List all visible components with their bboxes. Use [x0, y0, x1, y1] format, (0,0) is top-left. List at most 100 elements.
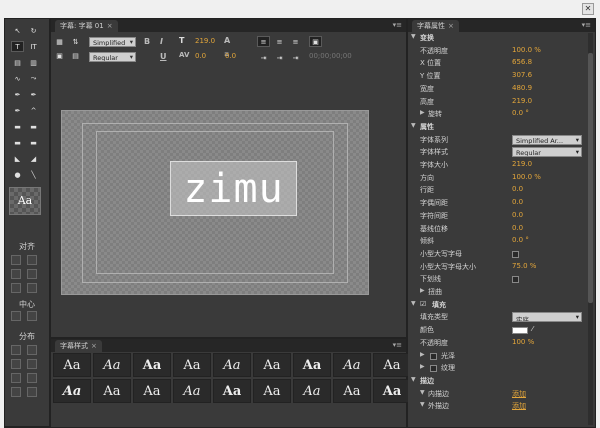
window-close-button[interactable]: ✕	[582, 3, 594, 15]
panel-menu-icon[interactable]: ▾≡	[582, 21, 591, 29]
italic-button[interactable]: I	[160, 37, 163, 46]
panel-menu-icon[interactable]: ▾≡	[393, 341, 402, 349]
font-family-dropdown[interactable]: Simplified	[89, 37, 136, 47]
property-value[interactable]: 0.0	[512, 185, 523, 193]
style-swatch[interactable]: Aa	[9, 187, 41, 215]
property-value[interactable]: 0.0	[512, 198, 523, 206]
scrollbar-thumb[interactable]	[588, 53, 593, 303]
style-swatch-cell[interactable]: Aa	[213, 353, 251, 377]
property-value[interactable]: 656.8	[512, 58, 532, 66]
distribute-bottom-icon[interactable]	[11, 387, 21, 397]
property-checkbox[interactable]	[430, 352, 437, 360]
style-swatch-cell[interactable]: Aa	[53, 379, 91, 403]
property-dropdown[interactable]: Regular	[512, 147, 582, 158]
pen-tool-icon[interactable]: ✒	[11, 89, 24, 100]
style-swatch-cell[interactable]: Aa	[293, 353, 331, 377]
center-vertical-icon[interactable]	[27, 311, 37, 321]
expand-triangle-icon[interactable]: ▼	[411, 376, 416, 383]
style-swatch-cell[interactable]: Aa	[373, 353, 411, 377]
fill-checkbox[interactable]: ☑	[420, 300, 426, 308]
distribute-vspace-icon[interactable]	[27, 387, 37, 397]
expand-triangle-icon[interactable]: ▼	[420, 389, 425, 396]
align-left-text-icon[interactable]: ≡	[257, 36, 270, 47]
expand-triangle-icon[interactable]: ▶	[420, 351, 425, 358]
underline-button[interactable]: U	[160, 52, 167, 61]
path-type-tool-icon[interactable]: ∿	[11, 73, 24, 84]
style-swatch-cell[interactable]: Aa	[253, 353, 291, 377]
add-link[interactable]: 添加	[512, 389, 526, 399]
expand-triangle-icon[interactable]: ▶	[420, 287, 425, 294]
kerning-value[interactable]: 0.0	[195, 52, 206, 60]
expand-triangle-icon[interactable]: ▶	[420, 109, 425, 116]
templates-icon[interactable]: ▣	[53, 50, 66, 61]
close-icon[interactable]: ×	[107, 22, 113, 30]
add-link[interactable]: 添加	[512, 401, 526, 411]
line-tool-icon[interactable]: ╲	[27, 169, 40, 180]
show-video-icon[interactable]: ▤	[69, 50, 82, 61]
tab-title[interactable]: 字幕: 字幕 01 ×	[55, 20, 118, 32]
style-swatch-cell[interactable]: Aa	[133, 353, 171, 377]
rounded-corner-rectangle-tool-icon[interactable]: ▬	[27, 137, 40, 148]
expand-triangle-icon[interactable]: ▼	[411, 122, 416, 129]
distribute-center-icon[interactable]	[27, 345, 37, 355]
style-swatch-cell[interactable]: Aa	[93, 379, 131, 403]
property-checkbox[interactable]	[430, 365, 437, 373]
align-right-icon[interactable]	[11, 269, 21, 279]
style-swatch-cell[interactable]: Aa	[213, 379, 251, 403]
align-center-icon[interactable]	[27, 255, 37, 265]
property-checkbox[interactable]	[512, 250, 519, 258]
new-title-icon[interactable]: ▦	[53, 36, 66, 47]
property-value[interactable]: 100 %	[512, 338, 534, 346]
expand-triangle-icon[interactable]: ▼	[411, 300, 416, 307]
area-type-tool-icon[interactable]: ▤	[11, 57, 24, 68]
property-dropdown[interactable]: Simplified Ar...	[512, 134, 582, 145]
bold-button[interactable]: B	[144, 37, 150, 46]
vertical-area-type-tool-icon[interactable]: ▥	[27, 57, 40, 68]
expand-triangle-icon[interactable]: ▼	[420, 401, 425, 408]
clipped-rectangle-tool-icon[interactable]: ▬	[27, 121, 40, 132]
leading-value[interactable]: 0.0	[225, 52, 236, 60]
type-tool-icon[interactable]: T	[11, 41, 24, 52]
panel-menu-icon[interactable]: ▾≡	[393, 21, 402, 29]
property-value[interactable]: 307.6	[512, 71, 532, 79]
vertical-type-tool-icon[interactable]: IT	[27, 41, 40, 52]
title-canvas[interactable]: zimu	[61, 110, 369, 295]
property-value[interactable]: 219.0	[512, 160, 532, 168]
style-swatch-cell[interactable]: Aa	[333, 379, 371, 403]
timecode[interactable]: 00;00;00;00	[309, 52, 352, 60]
tab-styles[interactable]: 字幕样式 ×	[55, 340, 102, 352]
properties-scrollbar[interactable]	[588, 33, 593, 425]
eyedropper-icon[interactable]: ⁄	[532, 325, 533, 333]
distribute-top-icon[interactable]	[11, 373, 21, 383]
selection-tool-icon[interactable]: ↖	[11, 25, 24, 36]
property-value[interactable]: 75.0 %	[512, 262, 536, 270]
expand-triangle-icon[interactable]: ▶	[420, 363, 425, 370]
property-value[interactable]: 0.0 °	[512, 236, 529, 244]
style-swatch-cell[interactable]: Aa	[293, 379, 331, 403]
style-swatch-cell[interactable]: Aa	[173, 379, 211, 403]
close-icon[interactable]: ×	[91, 342, 97, 350]
arc-tool-icon[interactable]: ◢	[27, 153, 40, 164]
rectangle-tool-icon[interactable]: ▬	[11, 121, 24, 132]
title-text-box[interactable]: zimu	[170, 161, 297, 216]
ellipse-tool-icon[interactable]: ●	[11, 169, 24, 180]
title-text[interactable]: zimu	[183, 166, 283, 212]
center-horizontal-icon[interactable]	[11, 311, 21, 321]
rounded-rectangle-tool-icon[interactable]: ▬	[11, 137, 24, 148]
property-value[interactable]: 0.0 °	[512, 109, 529, 117]
property-value[interactable]: 219.0	[512, 97, 532, 105]
property-value[interactable]: 0.0	[512, 211, 523, 219]
distribute-hspace-icon[interactable]	[27, 359, 37, 369]
align-center-text-icon[interactable]: ≡	[273, 36, 286, 47]
vertical-path-type-tool-icon[interactable]: ⤳	[27, 73, 40, 84]
property-value[interactable]: 100.0 %	[512, 173, 541, 181]
align-right-text-icon[interactable]: ≡	[289, 36, 302, 47]
wedge-tool-icon[interactable]: ◣	[11, 153, 24, 164]
style-swatch-cell[interactable]: Aa	[373, 379, 411, 403]
delete-anchor-tool-icon[interactable]: ✒	[27, 89, 40, 100]
style-swatch-cell[interactable]: Aa	[253, 379, 291, 403]
font-size-value[interactable]: 219.0	[195, 37, 215, 45]
style-swatch-cell[interactable]: Aa	[53, 353, 91, 377]
align-left-icon[interactable]	[11, 255, 21, 265]
style-swatch-cell[interactable]: Aa	[133, 379, 171, 403]
